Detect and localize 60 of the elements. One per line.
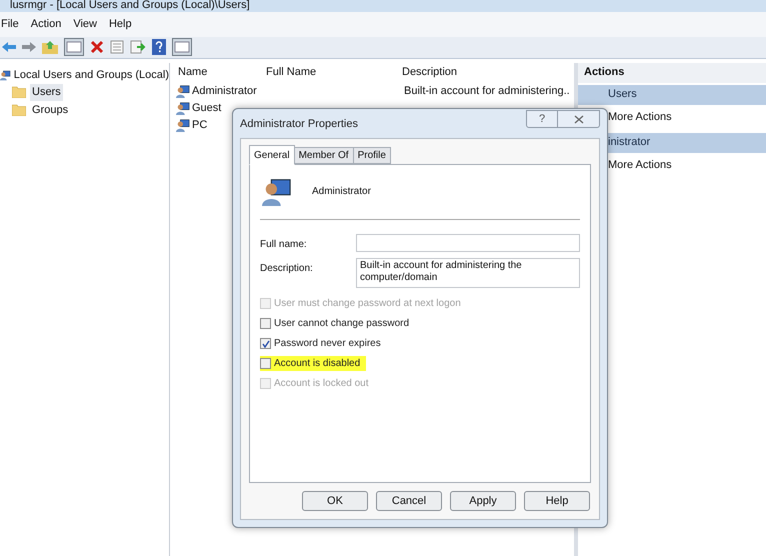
checkbox-label: Account is disabled [274, 357, 360, 371]
text-field[interactable]: Built-in account for administering the computer/domain [356, 258, 580, 288]
back-arrow-icon[interactable] [2, 41, 16, 53]
menu-item[interactable]: Help [108, 16, 132, 32]
close-button[interactable] [558, 110, 600, 128]
forward-arrow-icon[interactable] [22, 41, 36, 53]
tree-item[interactable]: Users [30, 84, 63, 100]
tab[interactable]: Member Of [294, 147, 354, 164]
dialog-button[interactable]: Cancel [376, 491, 442, 511]
dialog-button[interactable]: Help [524, 491, 590, 511]
tab[interactable]: General [249, 145, 295, 165]
field-label: Description: [260, 262, 314, 276]
tab[interactable]: Profile [354, 147, 391, 164]
pane-toggle-icon[interactable] [172, 38, 192, 56]
column-header[interactable]: Description [398, 64, 574, 81]
properties-icon[interactable] [110, 40, 124, 54]
menu-item[interactable]: Action [30, 16, 62, 32]
user-name: Administrator [312, 184, 371, 198]
table-cell-text: Built-in account for administering.. [403, 84, 570, 99]
folder-icon [12, 86, 26, 98]
pane-toggle-icon[interactable] [64, 38, 84, 56]
table-cell[interactable]: Administrator [192, 82, 257, 100]
checkbox-label: Password never expires [274, 337, 381, 351]
dialog-button[interactable]: Apply [450, 491, 516, 511]
column-header[interactable]: Full Name [262, 64, 398, 81]
user-icon [176, 118, 190, 132]
tree-item[interactable]: Local Users and Groups (Local) [14, 66, 169, 83]
checkbox-label: User cannot change password [274, 317, 410, 331]
tree-item[interactable]: Groups [30, 102, 70, 118]
checkbox[interactable] [260, 318, 271, 329]
column-header[interactable]: Name [170, 64, 262, 81]
folder-up-icon[interactable] [42, 40, 58, 54]
help-icon[interactable] [152, 39, 166, 55]
checkmark-icon [262, 340, 270, 348]
folder-icon [12, 104, 26, 116]
table-cell[interactable]: PC [192, 116, 208, 134]
checkbox[interactable] [260, 358, 271, 369]
user-icon [0, 68, 11, 82]
table-cell[interactable]: Guest [192, 100, 222, 116]
actions-section-header[interactable]: Users [578, 84, 766, 104]
user-icon [176, 101, 190, 115]
dialog-title: Administrator Properties [240, 117, 358, 132]
action-link[interactable]: More Actions [608, 157, 672, 174]
menu-item[interactable]: File [1, 16, 19, 32]
checkbox[interactable] [260, 338, 271, 349]
checkbox-label: User must change password at next logon [274, 297, 461, 311]
delete-icon[interactable] [90, 40, 104, 54]
actions-header: Actions [578, 62, 766, 82]
user-icon [262, 176, 292, 206]
user-icon [176, 84, 190, 98]
action-link[interactable]: More Actions [608, 109, 672, 126]
export-icon[interactable] [130, 40, 146, 54]
help-button[interactable]: ? [526, 110, 558, 128]
close-icon [574, 114, 584, 124]
window-title: lusrmgr - [Local Users and Groups (Local)\Users] [0, 0, 766, 12]
text-field[interactable] [356, 234, 580, 252]
menu-item[interactable]: View [73, 16, 97, 32]
field-label: Full name: [260, 238, 308, 252]
dialog-button[interactable]: OK [302, 491, 368, 511]
checkbox-label: Account is locked out [274, 377, 368, 391]
